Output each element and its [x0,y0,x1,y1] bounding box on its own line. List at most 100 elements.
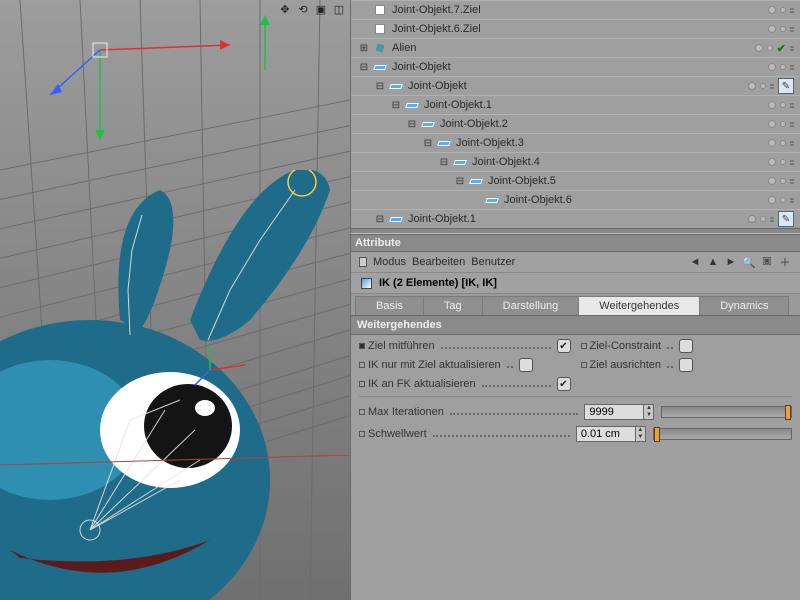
anim-dot-icon[interactable] [359,362,365,368]
new-attr-icon[interactable]: ＋ [778,255,792,269]
collapse-icon[interactable]: ⊟ [454,176,466,187]
render-dot-icon[interactable] [760,83,766,89]
checkbox-ik-an-fk[interactable] [557,377,571,391]
anim-dot-icon[interactable] [359,381,365,387]
object-row[interactable]: Joint-Objekt.6 [351,190,800,209]
render-dot-icon[interactable] [767,45,773,51]
visibility-dot-icon[interactable] [768,63,776,71]
visibility-dot-icon[interactable] [768,25,776,33]
grip-icon[interactable] [359,257,367,267]
tab-tag[interactable]: Tag [423,296,483,316]
anim-dot-icon[interactable] [359,431,365,437]
collapse-icon[interactable]: ⊟ [374,214,386,225]
collapse-icon[interactable]: ⊟ [422,138,434,149]
render-dot-icon[interactable] [780,64,786,70]
tab-weitergehendes[interactable]: Weitergehendes [578,296,700,316]
object-row[interactable]: ⊟Joint-Objekt.3 [351,133,800,152]
render-dot-icon[interactable] [780,159,786,165]
maximize-icon[interactable]: ◫ [332,2,346,16]
check-icon[interactable]: ✔ [777,42,786,55]
nav-back-icon[interactable]: ◄ [688,255,702,269]
layer-dots-icon[interactable] [790,8,794,13]
tab-dynamics[interactable]: Dynamics [699,296,789,316]
x-axis-line [0,455,350,475]
layer-dots-icon[interactable] [790,198,794,203]
pan-icon[interactable]: ✥ [278,2,292,16]
layer-dots-icon[interactable] [770,217,774,222]
collapse-icon[interactable]: ⊟ [406,119,418,130]
ik-tag-icon[interactable] [778,211,794,227]
visibility-dot-icon[interactable] [755,44,763,52]
ik-tag-icon[interactable] [778,78,794,94]
orbit-icon[interactable]: ⟲ [296,2,310,16]
menu-benutzer[interactable]: Benutzer [471,256,515,268]
render-dot-icon[interactable] [780,178,786,184]
expand-icon[interactable]: ⊞ [358,43,370,54]
layer-dots-icon[interactable] [790,103,794,108]
spinner-icon[interactable]: ▲▼ [636,426,646,442]
render-dot-icon[interactable] [780,7,786,13]
render-dot-icon[interactable] [760,216,766,222]
slider-schwellwert[interactable] [653,428,792,440]
object-row[interactable]: ⊟Joint-Objekt.1 [351,209,800,228]
nav-fwd-icon[interactable]: ► [724,255,738,269]
collapse-icon[interactable]: ⊟ [390,100,402,111]
layer-dots-icon[interactable] [790,122,794,127]
visibility-dot-icon[interactable] [768,158,776,166]
object-row[interactable]: Joint-Objekt.6.Ziel [351,19,800,38]
spinner-icon[interactable]: ▲▼ [644,404,654,420]
object-row[interactable]: ⊟Joint-Objekt [351,57,800,76]
render-dot-icon[interactable] [780,140,786,146]
visibility-dot-icon[interactable] [748,215,756,223]
checkbox-ziel-ausrichten[interactable] [679,358,693,372]
anim-dot-icon[interactable] [581,343,587,349]
layer-dots-icon[interactable] [790,179,794,184]
slider-max-iterationen[interactable] [661,406,792,418]
visibility-dot-icon[interactable] [768,101,776,109]
3d-viewport[interactable]: ✥ ⟲ ▣ ◫ [0,0,350,600]
tab-darstellung[interactable]: Darstellung [482,296,580,316]
object-row[interactable]: ⊞Alien✔ [351,38,800,57]
frame-icon[interactable]: ▣ [314,2,328,16]
checkbox-ik-nur-mit-ziel[interactable] [519,358,533,372]
object-manager[interactable]: Joint-Objekt.7.ZielJoint-Objekt.6.Ziel⊞A… [351,0,800,228]
object-row[interactable]: Joint-Objekt.7.Ziel [351,0,800,19]
render-dot-icon[interactable] [780,102,786,108]
input-max-iterationen[interactable]: ▲▼ [584,404,654,420]
tab-basis[interactable]: Basis [355,296,424,316]
bookmark-icon[interactable]: 🞖 [760,255,774,269]
anim-dot-icon[interactable] [581,362,587,368]
menu-modus[interactable]: Modus [373,256,406,268]
visibility-dot-icon[interactable] [748,82,756,90]
visibility-dot-icon[interactable] [768,177,776,185]
object-row[interactable]: ⊟Joint-Objekt [351,76,800,95]
layer-dots-icon[interactable] [790,46,794,51]
layer-dots-icon[interactable] [790,27,794,32]
checkbox-ziel-mitfuehren[interactable] [557,339,571,353]
input-schwellwert[interactable]: ▲▼ [576,426,646,442]
layer-dots-icon[interactable] [790,141,794,146]
visibility-dot-icon[interactable] [768,139,776,147]
visibility-dot-icon[interactable] [768,196,776,204]
collapse-icon[interactable]: ⊟ [374,81,386,92]
visibility-dot-icon[interactable] [768,6,776,14]
render-dot-icon[interactable] [780,197,786,203]
object-row[interactable]: ⊟Joint-Objekt.5 [351,171,800,190]
anim-dot-icon[interactable] [359,343,365,349]
layer-dots-icon[interactable] [790,160,794,165]
visibility-dot-icon[interactable] [768,120,776,128]
layer-dots-icon[interactable] [790,65,794,70]
search-icon[interactable]: 🔍 [742,255,756,269]
render-dot-icon[interactable] [780,26,786,32]
object-row[interactable]: ⊟Joint-Objekt.4 [351,152,800,171]
layer-dots-icon[interactable] [770,84,774,89]
checkbox-ziel-constraint[interactable] [679,339,693,353]
anim-dot-icon[interactable] [359,409,365,415]
render-dot-icon[interactable] [780,121,786,127]
collapse-icon[interactable]: ⊟ [438,157,450,168]
object-row[interactable]: ⊟Joint-Objekt.1 [351,95,800,114]
object-row[interactable]: ⊟Joint-Objekt.2 [351,114,800,133]
menu-bearbeiten[interactable]: Bearbeiten [412,256,465,268]
nav-up-icon[interactable]: ▲ [706,255,720,269]
collapse-icon[interactable]: ⊟ [358,62,370,73]
